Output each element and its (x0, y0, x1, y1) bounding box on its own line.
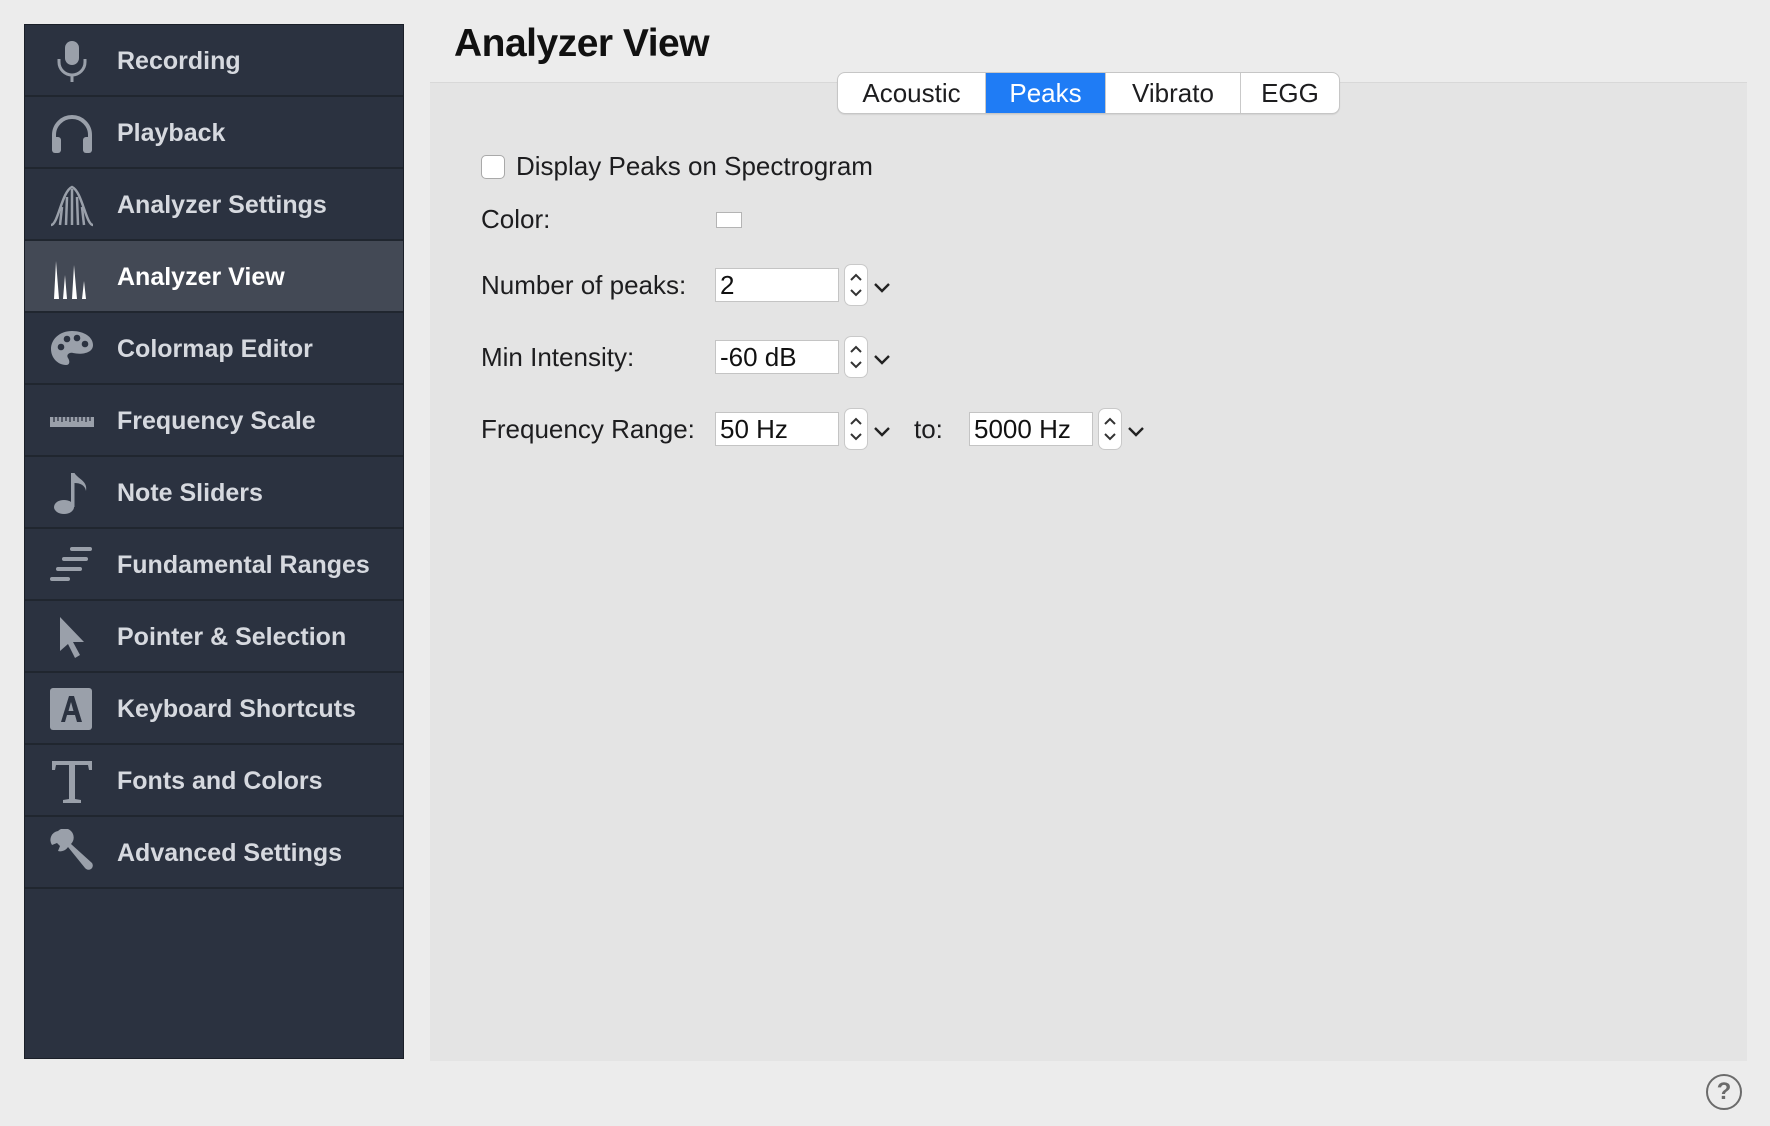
sidebar-item-label: Playback (117, 119, 226, 147)
tab-acoustic[interactable]: Acoustic (838, 73, 986, 113)
headphones-icon (47, 109, 97, 157)
sidebar-item-frequency-scale[interactable]: Frequency Scale (25, 385, 403, 457)
sidebar-item-label: Fundamental Ranges (117, 551, 370, 579)
sidebar-item-keyboard-shortcuts[interactable]: Keyboard Shortcuts (25, 673, 403, 745)
tab-vibrato[interactable]: Vibrato (1106, 73, 1241, 113)
color-label: Color: (481, 204, 551, 234)
freq-from-dropdown-chevron-icon[interactable] (872, 424, 892, 438)
palette-icon (47, 325, 97, 373)
tab-egg[interactable]: EGG (1241, 73, 1339, 113)
sidebar-item-colormap-editor[interactable]: Colormap Editor (25, 313, 403, 385)
freq-range-label: Frequency Range: (481, 414, 695, 444)
tab-peaks[interactable]: Peaks (986, 73, 1106, 113)
num-peaks-label: Number of peaks: (481, 270, 687, 300)
settings-panel (430, 82, 1747, 1061)
freq-to-input[interactable] (969, 412, 1093, 446)
peak-color-well[interactable] (716, 212, 742, 228)
ranges-icon (47, 541, 97, 589)
sidebar-item-playback[interactable]: Playback (25, 97, 403, 169)
display-peaks-label[interactable]: Display Peaks on Spectrogram (516, 151, 873, 182)
min-intensity-label: Min Intensity: (481, 342, 635, 372)
wrench-icon (47, 829, 97, 877)
num-peaks-stepper[interactable] (844, 264, 868, 306)
sidebar-item-analyzer-view[interactable]: Analyzer View (25, 241, 403, 313)
typeface-icon (47, 757, 97, 805)
sidebar-item-label: Fonts and Colors (117, 767, 323, 795)
sidebar-item-pointer-selection[interactable]: Pointer & Selection (25, 601, 403, 673)
sidebar: Recording Playback Analyzer Settings Ana… (24, 24, 404, 1059)
sidebar-item-recording[interactable]: Recording (25, 25, 403, 97)
analyzer-settings-icon (47, 181, 97, 229)
freq-from-input[interactable] (715, 412, 839, 446)
peaks-icon (47, 253, 97, 301)
page-title: Analyzer View (454, 22, 710, 65)
sidebar-item-label: Frequency Scale (117, 407, 316, 435)
sidebar-item-label: Note Sliders (117, 479, 263, 507)
sidebar-item-analyzer-settings[interactable]: Analyzer Settings (25, 169, 403, 241)
min-intensity-dropdown-chevron-icon[interactable] (872, 352, 892, 366)
sidebar-item-advanced-settings[interactable]: Advanced Settings (25, 817, 403, 889)
freq-from-stepper[interactable] (844, 408, 868, 450)
sidebar-item-label: Recording (117, 47, 241, 75)
sidebar-item-label: Advanced Settings (117, 839, 343, 867)
min-intensity-input[interactable] (715, 340, 839, 374)
sidebar-item-label: Pointer & Selection (117, 623, 347, 651)
num-peaks-input[interactable] (715, 268, 839, 302)
sidebar-item-label: Colormap Editor (117, 335, 313, 363)
microphone-icon (47, 37, 97, 85)
ruler-icon (47, 397, 97, 445)
tab-bar: Acoustic Peaks Vibrato EGG (837, 72, 1340, 114)
freq-to-dropdown-chevron-icon[interactable] (1126, 424, 1146, 438)
display-peaks-checkbox[interactable] (481, 155, 505, 179)
help-button[interactable]: ? (1706, 1074, 1742, 1110)
pointer-icon (47, 613, 97, 661)
sidebar-item-label: Keyboard Shortcuts (117, 695, 356, 723)
min-intensity-stepper[interactable] (844, 336, 868, 378)
num-peaks-dropdown-chevron-icon[interactable] (872, 280, 892, 294)
sidebar-item-note-sliders[interactable]: Note Sliders (25, 457, 403, 529)
sidebar-item-label: Analyzer Settings (117, 191, 327, 219)
freq-to-stepper[interactable] (1098, 408, 1122, 450)
keyboard-key-icon (47, 685, 97, 733)
sidebar-item-fundamental-ranges[interactable]: Fundamental Ranges (25, 529, 403, 601)
music-note-icon (47, 469, 97, 517)
freq-to-label: to: (914, 414, 943, 444)
sidebar-item-label: Analyzer View (117, 263, 285, 291)
sidebar-item-fonts-colors[interactable]: Fonts and Colors (25, 745, 403, 817)
